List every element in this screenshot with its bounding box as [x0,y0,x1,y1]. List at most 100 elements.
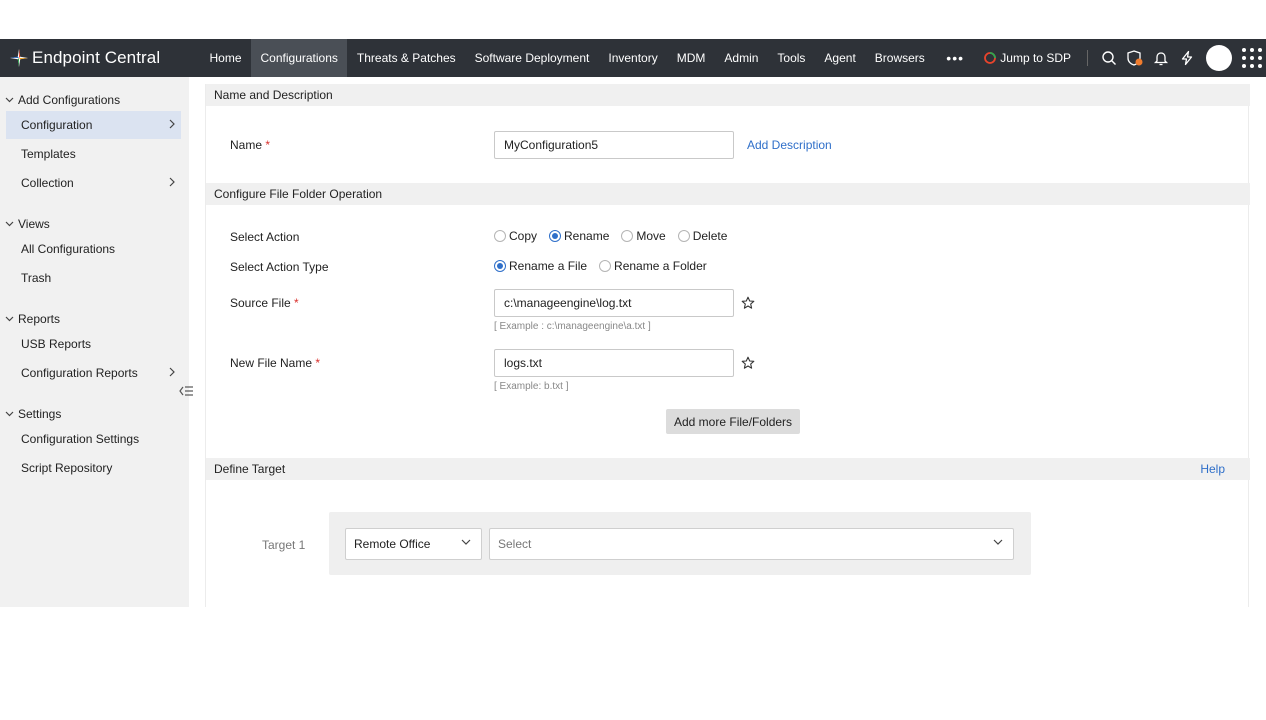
sidebar-section-add-configurations[interactable]: Add Configurations [0,93,120,107]
radio-label: Move [636,229,666,243]
radio-move[interactable]: Move [621,229,666,243]
sidebar-item-templates[interactable]: Templates [6,140,181,168]
section-header-name-description: Name and Description [206,84,1250,106]
radio-rename-folder[interactable]: Rename a Folder [599,259,707,273]
bell-icon [1153,52,1169,66]
help-link[interactable]: Help [1200,462,1225,476]
radio-circle [677,230,690,242]
star-icon[interactable] [741,296,755,310]
user-avatar[interactable] [1206,45,1232,71]
chevron-right-icon [169,367,175,377]
sidebar-item-configuration[interactable]: Configuration [6,111,181,139]
nav-tools-area: Jump to SDP [983,39,1266,77]
chevron-down-icon [993,539,1003,545]
search-icon [1102,51,1116,65]
sidebar-item-label: Configuration [21,118,93,132]
source-file-input[interactable]: c:\manageengine\log.txt [494,289,734,317]
radio-delete[interactable]: Delete [677,229,728,243]
main-menu: Home Configurations Threats & Patches So… [200,39,976,77]
new-file-name-hint: [ Example: b.txt ] [494,381,569,392]
target-type-select[interactable]: Remote Office [345,528,482,560]
star-icon[interactable] [741,356,755,370]
add-more-files-button[interactable]: Add more File/Folders [666,409,801,434]
name-label-text: Name [230,138,263,152]
source-file-label: Source File * [230,296,299,310]
chevron-down-icon [5,97,13,103]
nav-mdm[interactable]: MDM [667,39,715,77]
name-input[interactable]: MyConfiguration5 [494,131,734,159]
top-navigation-bar: Endpoint Central Home Configurations Thr… [0,39,1266,77]
nav-browsers[interactable]: Browsers [865,39,934,77]
quick-actions-button[interactable] [1174,39,1200,77]
radio-copy[interactable]: Copy [494,229,537,243]
name-label: Name * [230,138,270,152]
select-action-label: Select Action [230,230,300,244]
sidebar-item-trash[interactable]: Trash [6,264,181,292]
divider [1087,50,1088,66]
nav-software-deployment[interactable]: Software Deployment [465,39,599,77]
new-file-name-input[interactable]: logs.txt [494,349,734,377]
source-file-label-text: Source File [230,296,291,310]
action-radio-group: Copy Rename Move Delete [494,229,739,243]
jump-to-sdp-label: Jump to SDP [1000,51,1071,65]
sidebar-section-reports[interactable]: Reports [0,312,60,326]
target-select-placeholder: Select [498,537,532,551]
radio-circle [621,230,634,242]
configuration-form: Name and Description Name * MyConfigurat… [205,84,1250,607]
nav-inventory[interactable]: Inventory [599,39,667,77]
nav-home[interactable]: Home [200,39,251,77]
required-mark: * [294,296,299,310]
sidebar-item-label: All Configurations [21,242,116,256]
more-menu-button[interactable]: ••• [934,39,976,77]
action-type-radio-group: Rename a File Rename a Folder [494,259,719,273]
sidebar-item-all-configurations[interactable]: All Configurations [6,235,181,263]
nav-threats-patches[interactable]: Threats & Patches [347,39,465,77]
add-description-link[interactable]: Add Description [747,138,832,152]
brand[interactable]: Endpoint Central [0,39,200,77]
chevron-down-icon [5,316,13,322]
sidebar-section-title: Views [18,217,50,231]
radio-label: Delete [692,229,728,243]
collapse-sidebar-icon[interactable] [178,383,196,399]
nav-agent[interactable]: Agent [815,39,865,77]
sidebar-section-views[interactable]: Views [0,217,50,231]
sidebar-item-configuration-settings[interactable]: Configuration Settings [6,425,181,453]
nav-tools[interactable]: Tools [768,39,815,77]
radio-rename[interactable]: Rename [549,229,609,243]
sidebar-item-label: Collection [21,176,74,190]
app-grid-icon[interactable] [1242,48,1262,68]
sidebar-item-collection[interactable]: Collection [6,169,181,197]
target-row: Remote Office Select [329,512,1031,575]
sidebar-section-title: Reports [18,312,61,326]
radio-rename-file[interactable]: Rename a File [494,259,587,273]
sidebar-item-configuration-reports[interactable]: Configuration Reports [6,359,181,387]
brand-name: Endpoint Central [32,48,161,67]
chevron-right-icon [169,119,175,129]
security-alert-button[interactable] [1122,39,1148,77]
new-file-name-label: New File Name * [230,356,320,370]
chevron-right-icon [169,177,175,187]
sidebar-section-settings[interactable]: Settings [0,407,61,421]
nav-configurations[interactable]: Configurations [251,39,348,77]
nav-admin[interactable]: Admin [715,39,768,77]
radio-circle [494,230,506,242]
notifications-button[interactable] [1148,39,1174,77]
target-value-select[interactable]: Select [489,528,1014,560]
target-1-label: Target 1 [262,538,306,552]
chevron-down-icon [5,411,13,417]
radio-circle [599,260,612,272]
sidebar-item-label: Configuration Reports [21,366,138,380]
sidebar-item-script-repository[interactable]: Script Repository [6,454,181,482]
sdp-icon [984,52,997,64]
sidebar-item-usb-reports[interactable]: USB Reports [6,330,181,358]
sidebar-item-label: Configuration Settings [21,432,140,446]
jump-to-sdp-link[interactable]: Jump to SDP [983,51,1071,65]
radio-label: Copy [509,229,538,243]
endpoint-central-logo [10,49,28,67]
sidebar-section-title: Add Configurations [18,93,121,107]
shield-badge-icon [1127,50,1143,66]
radio-label: Rename a Folder [614,259,707,273]
define-target-title: Define Target [214,462,286,476]
sidebar-item-label: Trash [21,271,52,285]
search-button[interactable] [1096,39,1122,77]
